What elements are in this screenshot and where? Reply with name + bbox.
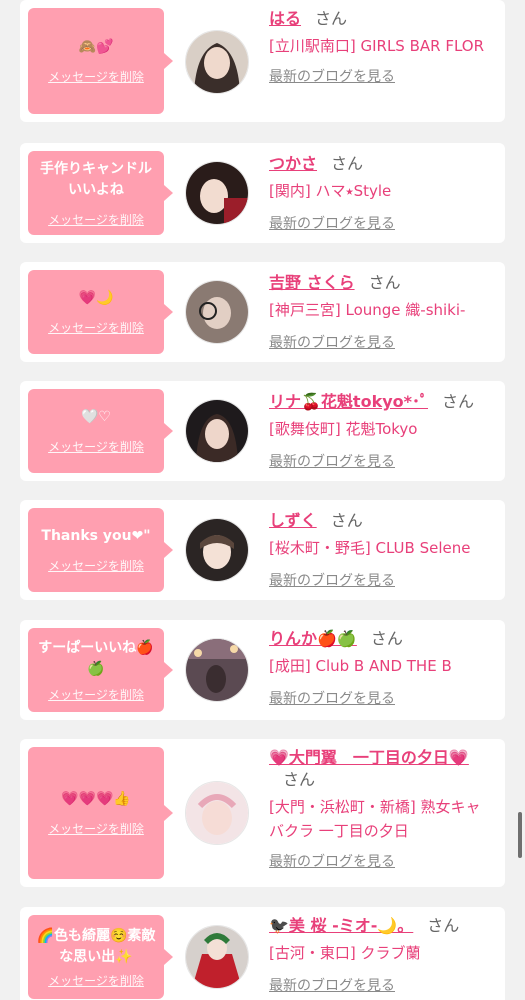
sender-info: リナ🍒花魁tokyo*･ﾟ さん [歌舞伎町] 花魁Tokyo 最新のブログを見る xyxy=(269,391,495,471)
honorific: さん xyxy=(330,511,363,530)
message-text: Thanks you❤" xyxy=(41,528,151,544)
shop-name: [歌舞伎町] 花魁Tokyo xyxy=(269,420,418,438)
avatar[interactable] xyxy=(185,161,249,225)
message-text: 💗🌙 xyxy=(78,290,114,306)
sender-name[interactable]: しずく xyxy=(269,511,317,530)
message-bubble: 🤍♡ メッセージを削除 xyxy=(28,389,173,473)
honorific: さん xyxy=(331,154,364,173)
honorific: さん xyxy=(283,770,316,789)
message-bubble: 手作りキャンドルいいよね メッセージを削除 xyxy=(28,151,173,235)
message-text: 💗💗💗👍 xyxy=(61,791,131,807)
sender-name[interactable]: 🐦‍⬛美 桜 -ミオ-🌙。 xyxy=(269,916,413,935)
avatar[interactable] xyxy=(185,925,249,989)
message-bubble: すーぱーいいね🍎🍏 メッセージを削除 xyxy=(28,628,173,712)
sender-name[interactable]: りんか🍎🍏 xyxy=(269,629,357,648)
latest-blog-link[interactable]: 最新のブログを見る xyxy=(269,213,495,233)
scrollbar[interactable] xyxy=(518,812,522,858)
honorific: さん xyxy=(427,916,460,935)
sender-name[interactable]: はる xyxy=(269,9,301,28)
message-card: Thanks you❤" メッセージを削除 しずく さん [桜木町・野毛] CLU… xyxy=(20,500,505,600)
message-card: 🌈色も綺麗☺️素敵な思い出✨ メッセージを削除 🐦‍⬛美 桜 -ミオ-🌙。 さん … xyxy=(20,907,505,1000)
message-text: 🤍♡ xyxy=(81,409,111,425)
message-text: 🌈色も綺麗☺️素敵な思い出✨ xyxy=(36,927,156,965)
sender-info: つかさ さん [関内] ハマ⭑Style 最新のブログを見る xyxy=(269,153,495,233)
latest-blog-link[interactable]: 最新のブログを見る xyxy=(269,332,495,352)
honorific: さん xyxy=(315,9,348,28)
sender-name[interactable]: 💗大門翼 一丁目の夕日💗 xyxy=(269,748,469,767)
message-bubble: 💗🌙 メッセージを削除 xyxy=(28,270,173,354)
avatar[interactable] xyxy=(185,781,249,845)
avatar[interactable] xyxy=(185,638,249,702)
sender-info: しずく さん [桜木町・野毛] CLUB Selene 最新のブログを見る xyxy=(269,510,495,590)
sender-info: りんか🍎🍏 さん [成田] Club B AND THE B 最新のブログを見る xyxy=(269,628,495,708)
sender-info: 吉野 さくら さん [神戸三宮] Lounge 織-shiki- 最新のブログを見… xyxy=(269,272,495,352)
delete-message-link[interactable]: メッセージを削除 xyxy=(48,820,144,837)
message-card: 🤍♡ メッセージを削除 リナ🍒花魁tokyo*･ﾟ さん [歌舞伎町] 花魁Tok… xyxy=(20,381,505,481)
shop-name: [古河・東口] クラブ蘭 xyxy=(269,944,421,962)
avatar[interactable] xyxy=(185,399,249,463)
shop-name: [桜木町・野毛] CLUB Selene xyxy=(269,539,471,557)
message-bubble: 💗💗💗👍 メッセージを削除 xyxy=(28,747,173,879)
honorific: さん xyxy=(370,629,403,648)
message-bubble: Thanks you❤" メッセージを削除 xyxy=(28,508,173,592)
message-card: 🙈💕 メッセージを削除 はる さん [立川駅南口] GIRLS BAR FLOR … xyxy=(20,0,505,122)
sender-name[interactable]: 吉野 さくら xyxy=(269,273,355,292)
delete-message-link[interactable]: メッセージを削除 xyxy=(48,557,144,574)
honorific: さん xyxy=(368,273,401,292)
message-card: すーぱーいいね🍎🍏 メッセージを削除 りんか🍎🍏 さん [成田] Club B A… xyxy=(20,620,505,720)
avatar[interactable] xyxy=(185,280,249,344)
latest-blog-link[interactable]: 最新のブログを見る xyxy=(269,570,495,590)
latest-blog-link[interactable]: 最新のブログを見る xyxy=(269,688,495,708)
latest-blog-link[interactable]: 最新のブログを見る xyxy=(269,66,495,86)
sender-info: はる さん [立川駅南口] GIRLS BAR FLOR 最新のブログを見る xyxy=(269,8,495,86)
message-bubble: 🌈色も綺麗☺️素敵な思い出✨ メッセージを削除 xyxy=(28,915,173,999)
delete-message-link[interactable]: メッセージを削除 xyxy=(48,211,144,228)
avatar[interactable] xyxy=(185,30,249,94)
sender-info: 💗大門翼 一丁目の夕日💗 さん [大門・浜松町・新橋] 熟女キャバクラ 一丁目の夕… xyxy=(269,747,495,871)
honorific: さん xyxy=(442,392,475,411)
latest-blog-link[interactable]: 最新のブログを見る xyxy=(269,851,495,871)
message-text: 手作りキャンドルいいよね xyxy=(40,160,152,198)
latest-blog-link[interactable]: 最新のブログを見る xyxy=(269,451,495,471)
delete-message-link[interactable]: メッセージを削除 xyxy=(48,68,144,85)
avatar[interactable] xyxy=(185,518,249,582)
shop-name: [立川駅南口] GIRLS BAR FLOR xyxy=(269,37,485,55)
message-card: 💗💗💗👍 メッセージを削除 💗大門翼 一丁目の夕日💗 さん [大門・浜松町・新橋]… xyxy=(20,739,505,887)
message-card: 💗🌙 メッセージを削除 吉野 さくら さん [神戸三宮] Lounge 織-shi… xyxy=(20,262,505,362)
sender-name[interactable]: つかさ xyxy=(269,154,317,173)
message-text: 🙈💕 xyxy=(78,39,114,55)
delete-message-link[interactable]: メッセージを削除 xyxy=(48,972,144,989)
message-card: 手作りキャンドルいいよね メッセージを削除 つかさ さん [関内] ハマ⭑Styl… xyxy=(20,143,505,243)
sender-name[interactable]: リナ🍒花魁tokyo*･ﾟ xyxy=(269,392,428,411)
message-bubble: 🙈💕 メッセージを削除 xyxy=(28,8,173,114)
shop-name: [関内] ハマ⭑Style xyxy=(269,182,392,200)
message-text: すーぱーいいね🍎🍏 xyxy=(38,639,154,677)
shop-name: [神戸三宮] Lounge 織-shiki- xyxy=(269,301,466,319)
sender-info: 🐦‍⬛美 桜 -ミオ-🌙。 さん [古河・東口] クラブ蘭 最新のブログを見る xyxy=(269,915,495,995)
delete-message-link[interactable]: メッセージを削除 xyxy=(48,438,144,455)
delete-message-link[interactable]: メッセージを削除 xyxy=(48,319,144,336)
shop-name: [成田] Club B AND THE B xyxy=(269,657,452,675)
delete-message-link[interactable]: メッセージを削除 xyxy=(48,686,144,703)
latest-blog-link[interactable]: 最新のブログを見る xyxy=(269,975,495,995)
shop-name: [大門・浜松町・新橋] 熟女キャバクラ 一丁目の夕日 xyxy=(269,798,481,840)
message-list: 🙈💕 メッセージを削除 はる さん [立川駅南口] GIRLS BAR FLOR … xyxy=(0,0,525,1000)
